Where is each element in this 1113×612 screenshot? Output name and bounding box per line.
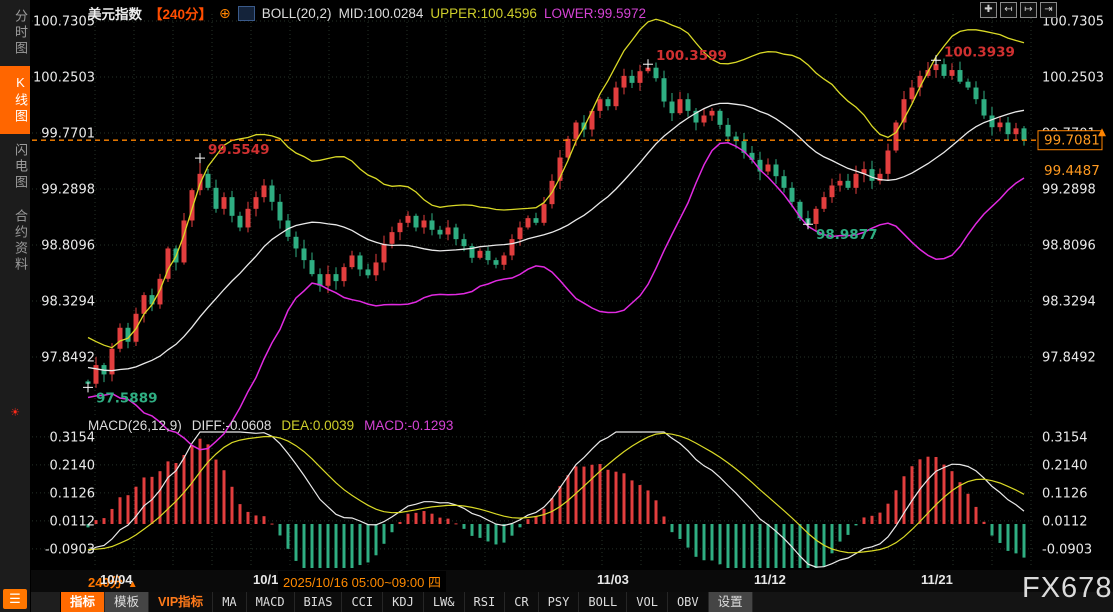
svg-text:97.8492: 97.8492 — [1042, 351, 1096, 366]
toolbar-button-BIAS[interactable]: BIAS — [295, 592, 343, 612]
watermark: FX678 — [1022, 572, 1112, 605]
zoom-out-icon[interactable]: ↤ — [1000, 2, 1017, 18]
svg-text:0.1126: 0.1126 — [1042, 486, 1088, 501]
toolbar-button-VOL[interactable]: VOL — [627, 592, 668, 612]
macd-label: MACD(26,12,9) — [88, 418, 182, 433]
svg-text:-0.0903: -0.0903 — [1042, 542, 1092, 557]
toolbar-button-MACD[interactable]: MACD — [247, 592, 295, 612]
toolbar-button-BOLL[interactable]: BOLL — [579, 592, 627, 612]
toolbar-spacer — [30, 592, 61, 612]
svg-text:100.2503: 100.2503 — [33, 71, 95, 86]
boll-lower-value: LOWER:99.5972 — [544, 6, 646, 21]
boll-mid-value: MID:100.0284 — [339, 6, 424, 21]
boll-upper-value: UPPER:100.4596 — [430, 6, 537, 21]
svg-text:97.5889: 97.5889 — [96, 390, 158, 406]
sidebar-item-kline[interactable]: K线图 — [0, 66, 30, 134]
svg-text:99.7081: 99.7081 — [1044, 133, 1100, 149]
toolbar-button-RSI[interactable]: RSI — [465, 592, 506, 612]
toolbar-button-VIP指标[interactable]: VIP指标 — [149, 592, 213, 612]
boll-label: BOLL(20,2) — [262, 6, 332, 21]
svg-text:99.2898: 99.2898 — [1042, 183, 1096, 198]
svg-text:100.3939: 100.3939 — [944, 44, 1015, 60]
time-axis-label: 11/12 — [754, 572, 786, 587]
macd-diff-line — [88, 432, 1024, 567]
pan-right-icon[interactable]: ⇥ — [1040, 2, 1057, 18]
macd-macd-value: MACD:-0.1293 — [364, 418, 453, 433]
bar-info-tooltip: 2025/10/16 05:00~09:00 四 — [278, 571, 446, 592]
svg-text:100.7305: 100.7305 — [33, 15, 95, 30]
toolbar-button-模板[interactable]: 模板 — [105, 592, 149, 612]
toolbar-button-CCI[interactable]: CCI — [342, 592, 383, 612]
macd-header: MACD(26,12,9) DIFF:-0.0608 DEA:0.0039 MA… — [88, 418, 453, 433]
toolbar-button-OBV[interactable]: OBV — [668, 592, 709, 612]
svg-text:98.8096: 98.8096 — [41, 239, 95, 254]
menu-icon[interactable]: ☰ — [3, 589, 27, 609]
chart-type-icon[interactable] — [238, 6, 255, 21]
toolbar-button-指标[interactable]: 指标 — [61, 592, 105, 612]
svg-text:98.9877: 98.9877 — [816, 227, 878, 243]
svg-text:97.8492: 97.8492 — [41, 351, 95, 366]
svg-text:99.4487: 99.4487 — [1044, 163, 1100, 179]
zoom-in-icon[interactable]: ↦ — [1020, 2, 1037, 18]
svg-text:0.2140: 0.2140 — [1042, 458, 1088, 473]
toolbar-button-CR[interactable]: CR — [505, 592, 538, 612]
main-chart-svg: 97.5889 99.5549 100.3599 98.9877 100.3939 100… — [0, 0, 1113, 570]
svg-text:0.0112: 0.0112 — [1042, 514, 1088, 529]
svg-text:98.3294: 98.3294 — [1042, 295, 1096, 310]
svg-text:99.5549: 99.5549 — [208, 142, 270, 158]
boll-upper-line — [88, 19, 1024, 347]
sidebar: 分时图K线图闪电图合约资料 ☀ ☰ — [0, 0, 31, 612]
alert-sun-icon[interactable]: ☀ — [0, 406, 30, 419]
indicator-toolbar: 指标模板VIP指标MAMACDBIASCCIKDJLW&RSICRPSYBOLL… — [30, 592, 1113, 612]
toolbar-button-设置[interactable]: 设置 — [709, 592, 753, 612]
time-axis: 240分▲ 10/0410/12411/0311/1211/21 2025/10… — [0, 570, 1113, 592]
toolbar-button-PSY[interactable]: PSY — [539, 592, 580, 612]
period-badge: 【240分】 — [149, 3, 212, 23]
svg-text:98.3294: 98.3294 — [41, 295, 95, 310]
svg-text:0.3154: 0.3154 — [1042, 430, 1088, 445]
macd-dea-value: DEA:0.0039 — [281, 418, 354, 433]
chart-header: 美元指数 【240分】 ⊕ BOLL(20,2) MID:100.0284 UP… — [88, 3, 646, 23]
time-axis-label: 10/04 — [100, 572, 133, 587]
sidebar-item-contract-info[interactable]: 合约资料 — [0, 200, 30, 282]
symbol-title: 美元指数 — [88, 3, 142, 23]
sidebar-item-time-share[interactable]: 分时图 — [0, 0, 30, 66]
time-axis-label: 10/1 — [253, 572, 278, 587]
macd-diff-value: DIFF:-0.0608 — [192, 418, 272, 433]
svg-text:-0.0903: -0.0903 — [45, 542, 95, 557]
time-axis-label: 11/21 — [921, 572, 953, 587]
add-indicator-icon[interactable]: ⊕ — [219, 5, 231, 22]
svg-text:0.0112: 0.0112 — [50, 514, 96, 529]
chart-tool-icons: ✚↤↦⇥ — [980, 2, 1057, 18]
svg-text:100.3599: 100.3599 — [656, 48, 727, 64]
svg-text:98.8096: 98.8096 — [1042, 239, 1096, 254]
svg-text:0.2140: 0.2140 — [50, 458, 96, 473]
toolbar-button-LW&[interactable]: LW& — [424, 592, 465, 612]
current-price-tag: 99.7081 99.4487 — [1038, 128, 1106, 180]
svg-text:100.2503: 100.2503 — [1042, 71, 1104, 86]
time-axis-label: 11/03 — [597, 572, 629, 587]
toolbar-button-KDJ[interactable]: KDJ — [383, 592, 424, 612]
svg-text:0.1126: 0.1126 — [50, 486, 96, 501]
toolbar-button-MA[interactable]: MA — [213, 592, 246, 612]
svg-text:99.7701: 99.7701 — [41, 127, 95, 142]
svg-text:99.2898: 99.2898 — [41, 183, 95, 198]
sidebar-item-lightning[interactable]: 闪电图 — [0, 134, 30, 200]
candlestick-chart[interactable]: 97.5889 99.5549 100.3599 98.9877 100.3939 100… — [0, 0, 1113, 570]
crosshair-icon[interactable]: ✚ — [980, 2, 997, 18]
